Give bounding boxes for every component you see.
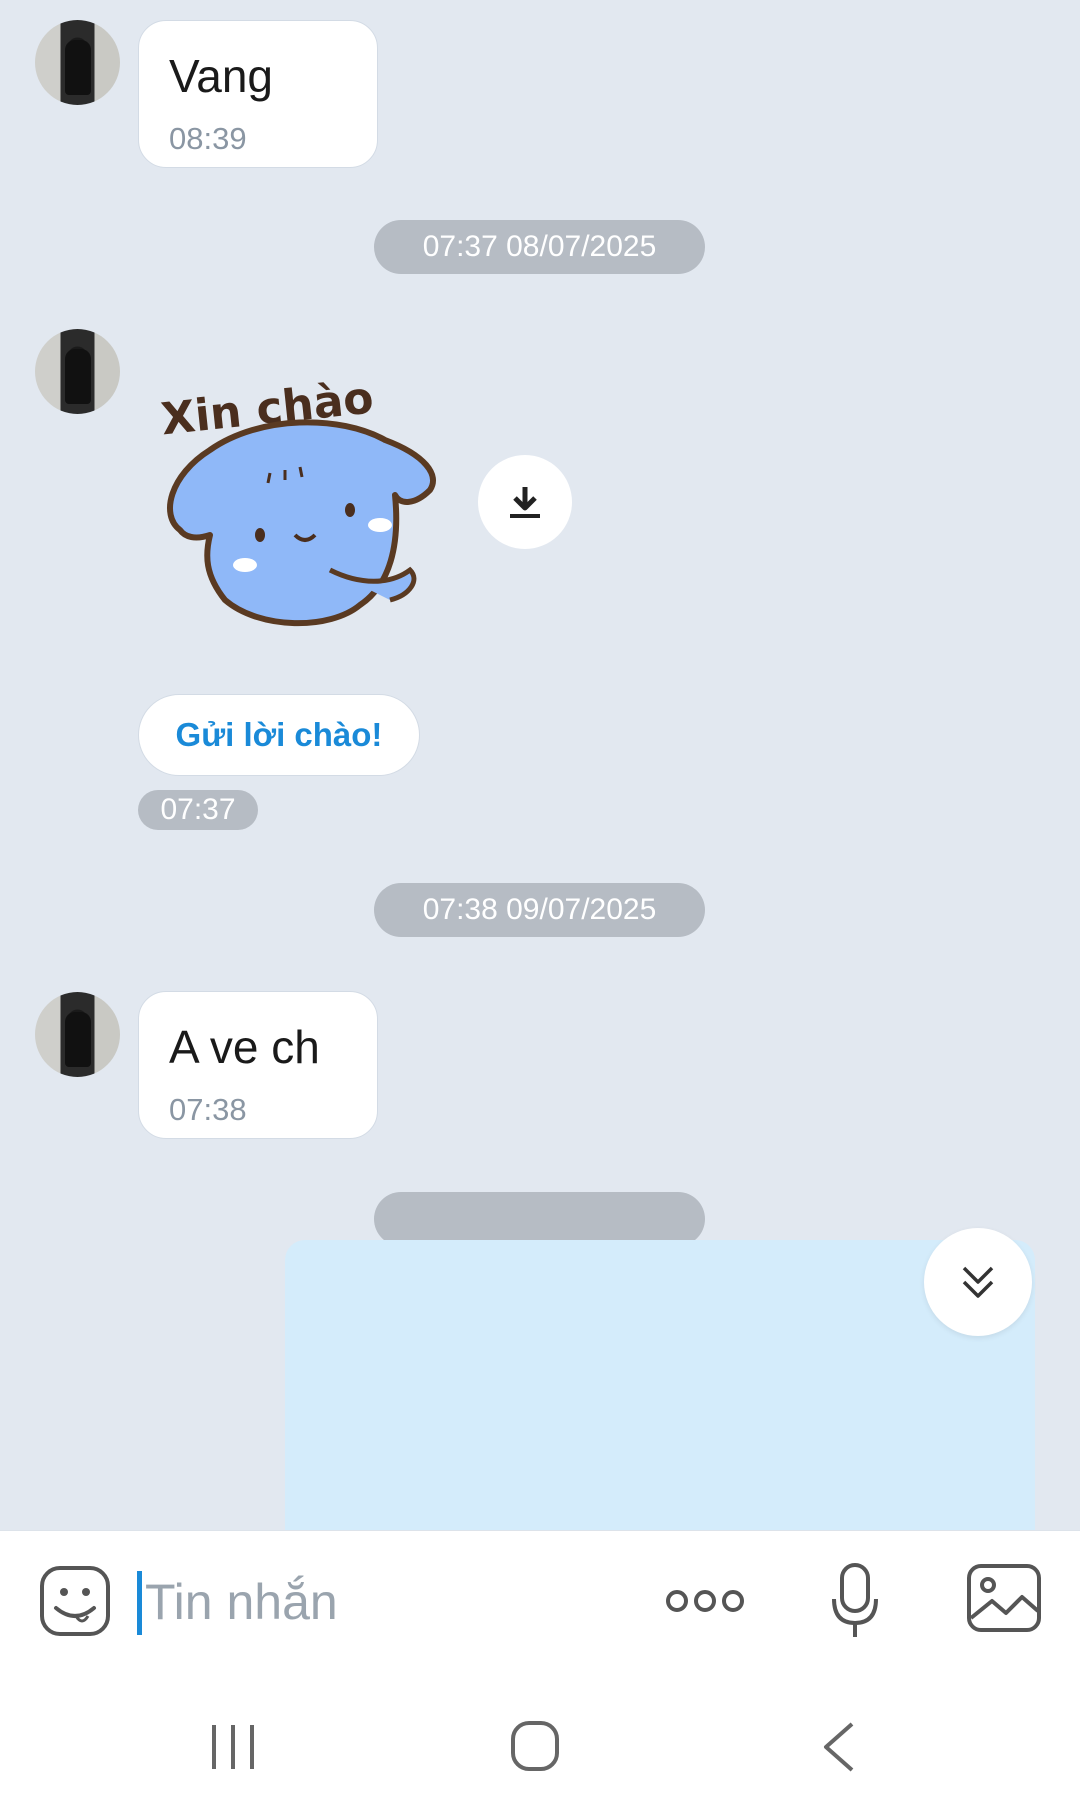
redacted-message bbox=[285, 1240, 1035, 1530]
message-text: Vang bbox=[169, 50, 274, 102]
back-icon[interactable] bbox=[820, 1720, 856, 1774]
home-icon[interactable] bbox=[510, 1720, 560, 1772]
message-time: 08:39 bbox=[169, 121, 247, 156]
message-bubble[interactable]: Vang 08:39 bbox=[138, 20, 378, 168]
emoji-icon[interactable] bbox=[38, 1564, 112, 1638]
scroll-to-bottom-button[interactable] bbox=[924, 1228, 1032, 1336]
recents-icon[interactable] bbox=[208, 1722, 258, 1772]
system-navigation-bar bbox=[0, 1672, 1080, 1817]
avatar[interactable] bbox=[35, 992, 120, 1077]
message-text: A ve ch bbox=[169, 1021, 320, 1073]
send-greeting-button[interactable]: Gửi lời chào! bbox=[138, 694, 420, 776]
redacted-date-separator bbox=[374, 1192, 705, 1246]
message-time: 07:38 bbox=[169, 1092, 247, 1127]
microphone-icon[interactable] bbox=[830, 1561, 880, 1641]
more-icon[interactable] bbox=[665, 1586, 745, 1616]
sticker-image[interactable]: Xin chào bbox=[150, 355, 450, 645]
avatar[interactable] bbox=[35, 329, 120, 414]
date-separator: 07:37 08/07/2025 bbox=[374, 220, 705, 274]
message-input[interactable]: Tin nhắn bbox=[137, 1566, 625, 1638]
message-bubble[interactable]: A ve ch 07:38 bbox=[138, 991, 378, 1139]
double-chevron-down-icon bbox=[962, 1266, 994, 1298]
image-icon[interactable] bbox=[966, 1563, 1042, 1633]
download-button[interactable] bbox=[478, 455, 572, 549]
avatar[interactable] bbox=[35, 20, 120, 105]
download-icon bbox=[510, 487, 540, 518]
message-time: 07:37 bbox=[138, 790, 258, 830]
chat-area[interactable]: Vang 08:39 07:37 08/07/2025 Xin chào Gửi… bbox=[0, 0, 1080, 1530]
message-input-bar: Tin nhắn bbox=[0, 1530, 1080, 1673]
date-separator: 07:38 09/07/2025 bbox=[374, 883, 705, 937]
